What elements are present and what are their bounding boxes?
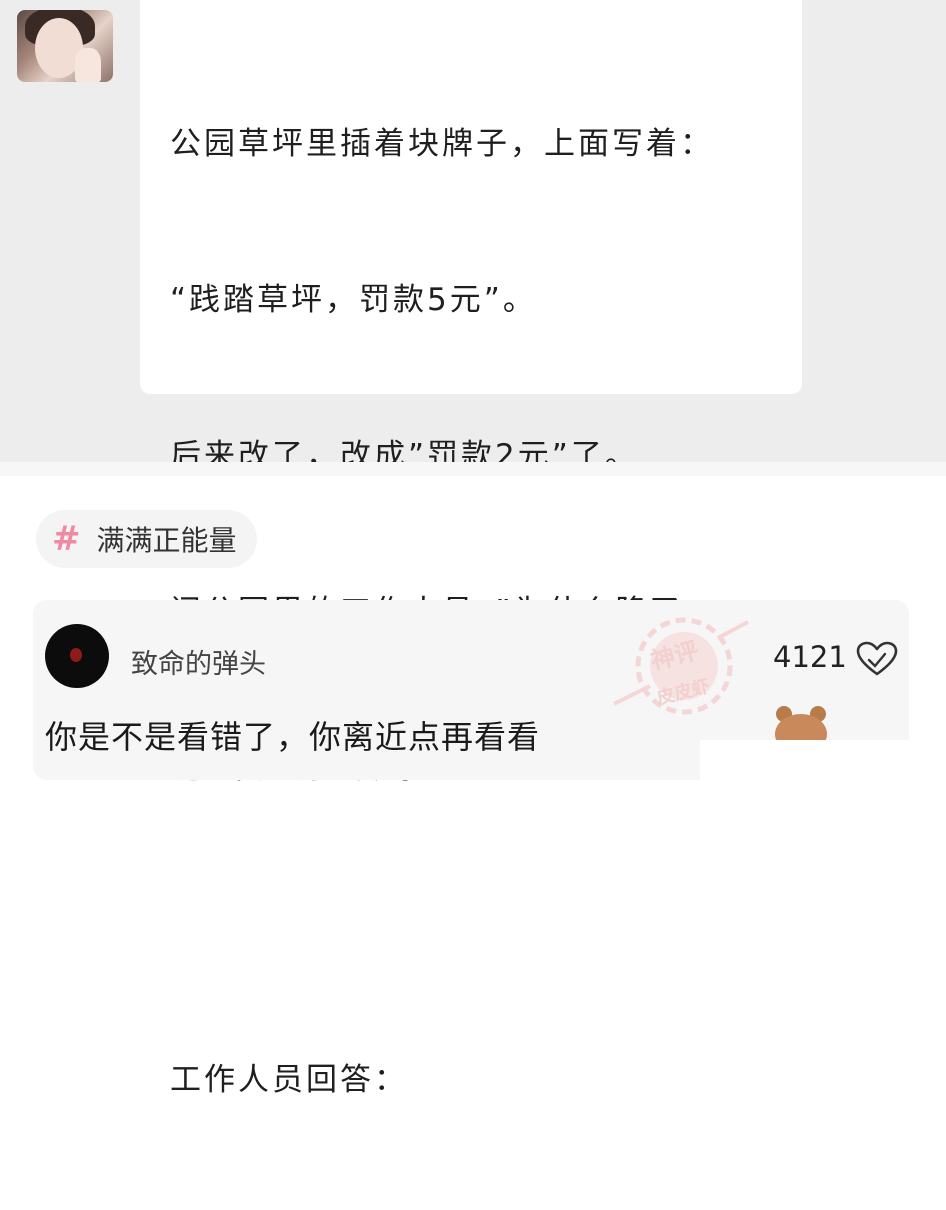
message-line: 公园草坪里插着块牌子，上面写着： bbox=[170, 126, 714, 162]
hash-icon: # bbox=[52, 519, 81, 559]
commenter-name[interactable]: 致命的弹头 bbox=[131, 642, 266, 681]
message-bubble: 公园草坪里插着块牌子，上面写着： “践踏草坪，罚款5元”。 后来改了，改成”罚款… bbox=[140, 0, 802, 1098]
topic-tag[interactable]: # 满满正能量 bbox=[36, 510, 257, 568]
section-divider bbox=[0, 462, 946, 476]
bottom-patch bbox=[700, 740, 946, 799]
watermark: 神评 皮皮虾 bbox=[610, 608, 750, 732]
commenter-avatar[interactable] bbox=[45, 624, 109, 688]
avatar-hand bbox=[75, 48, 101, 82]
rose-icon bbox=[70, 648, 82, 662]
comment-text: 你是不是看错了，你离近点再看看 bbox=[45, 718, 541, 756]
topic-tag-label: 满满正能量 bbox=[96, 524, 237, 557]
sender-avatar[interactable] bbox=[17, 10, 113, 82]
message-line: “践踏草坪，罚款5元”。 bbox=[170, 282, 537, 318]
like-count: 4121 bbox=[773, 640, 847, 674]
message-line: 工作人员回答： bbox=[170, 1062, 408, 1098]
heart-outline-icon[interactable] bbox=[855, 640, 899, 678]
chat-area: 公园草坪里插着块牌子，上面写着： “践踏草坪，罚款5元”。 后来改了，改成”罚款… bbox=[0, 0, 946, 1098]
bear-sticker-icon bbox=[775, 706, 827, 744]
message-line bbox=[170, 898, 790, 950]
